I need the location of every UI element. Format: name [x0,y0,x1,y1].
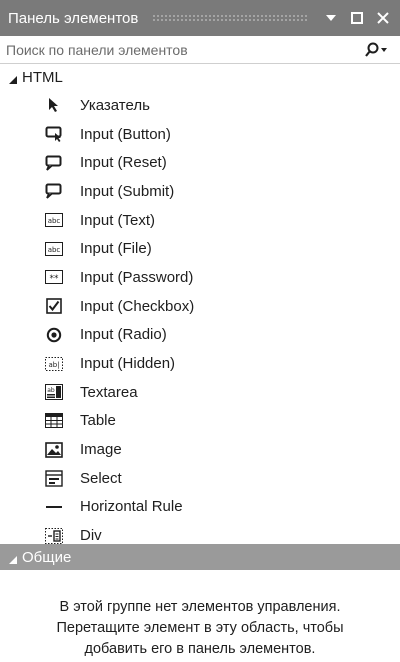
item-label: Input (Text) [80,211,156,229]
search-input[interactable] [0,36,364,63]
toolbox-item-input-reset[interactable]: Input (Reset) [0,148,400,177]
toolbox-item-textarea[interactable]: ab Textarea [0,378,400,407]
search-icon[interactable] [364,38,400,62]
maximize-icon[interactable] [348,9,366,27]
empty-message-line: Перетащите элемент в эту область, чтобы [56,620,344,636]
input-reset-icon [44,153,64,173]
horizontal-rule-icon [44,497,64,517]
toolbox-item-input-checkbox[interactable]: Input (Checkbox) [0,292,400,321]
input-text-icon: abc [44,210,64,230]
radio-icon [44,325,64,345]
item-label: Input (Submit) [80,182,175,200]
toolbox-item-select[interactable]: Select [0,464,400,493]
item-label: Table [80,412,116,430]
item-label: Select [80,469,122,487]
group-header-general[interactable]: Общие [0,544,400,570]
empty-group-message: В этой группе нет элементов управления. … [0,597,400,660]
toolbox-item-horizontal-rule[interactable]: Horizontal Rule [0,493,400,522]
window-title: Панель элементов [8,9,139,27]
toolbox-title-bar[interactable]: Панель элементов [0,0,400,36]
item-label: Div [80,527,102,545]
input-password-icon: ** [44,267,64,287]
toolbox-item-input-password[interactable]: ** Input (Password) [0,263,400,292]
textarea-icon: ab [44,382,64,402]
item-label: Image [80,441,122,459]
toolbox-item-pointer[interactable]: Указатель [0,91,400,120]
input-button-icon [44,124,64,144]
group-label-html: HTML [22,68,63,86]
search-bar [0,36,400,64]
toolbox-item-input-radio[interactable]: Input (Radio) [0,321,400,350]
item-label: Horizontal Rule [80,498,183,516]
toolbox-item-input-text[interactable]: abc Input (Text) [0,206,400,235]
item-label: Input (Checkbox) [80,297,195,315]
svg-text:abc: abc [48,246,61,254]
close-icon[interactable] [374,9,392,27]
group-label-general: Общие [22,548,72,566]
svg-text:ab: ab [47,387,55,394]
item-label: Textarea [80,383,138,401]
input-submit-icon [44,181,64,201]
expanded-triangle-icon[interactable] [8,552,18,564]
svg-text:abc: abc [48,217,61,225]
input-file-icon: abc [44,239,64,259]
svg-text:ab|: ab| [48,361,59,369]
item-label: Указатель [80,96,150,114]
item-label: Input (Radio) [80,326,167,344]
select-icon [44,468,64,488]
input-hidden-icon: ab| [44,354,64,374]
pointer-icon [44,95,64,115]
item-label: Input (Hidden) [80,355,176,373]
toolbox-item-input-submit[interactable]: Input (Submit) [0,177,400,206]
toolbox-item-input-hidden[interactable]: ab| Input (Hidden) [0,349,400,378]
item-label: Input (Button) [80,125,171,143]
toolbox-item-table[interactable]: Table [0,407,400,436]
item-label: Input (Reset) [80,154,167,172]
item-label: Input (Password) [80,268,194,286]
toolbox-item-input-button[interactable]: Input (Button) [0,120,400,149]
image-icon [44,440,64,460]
checkbox-icon [44,296,64,316]
toolbox-item-image[interactable]: Image [0,435,400,464]
div-icon [44,526,64,546]
empty-message-line: В этой группе нет элементов управления. [59,599,341,615]
drag-grip[interactable] [152,14,308,22]
toolbox-item-input-file[interactable]: abc Input (File) [0,234,400,263]
svg-text:**: ** [50,274,60,284]
html-items-list: Указатель Input (Button) Input (Reset) I… [0,91,400,550]
empty-message-line: добавить его в панель элементов. [84,641,316,657]
expanded-triangle-icon[interactable] [8,72,18,84]
group-header-html[interactable]: HTML [0,64,400,90]
item-label: Input (File) [80,240,152,258]
dropdown-icon[interactable] [322,9,340,27]
table-icon [44,411,64,431]
